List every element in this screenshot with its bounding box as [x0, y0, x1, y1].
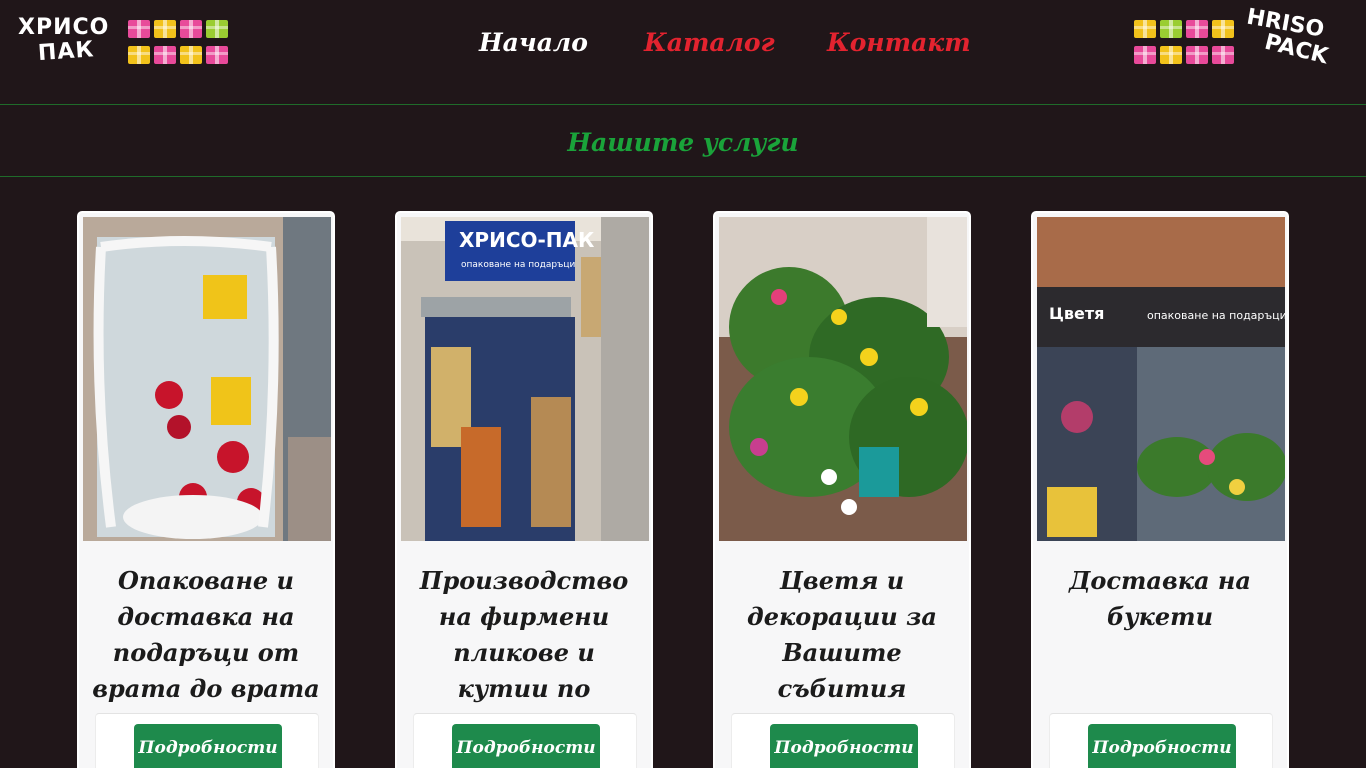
service-card-event-flowers: Цветя и декорации за Вашите събития Подр…	[713, 211, 971, 768]
services-title: Нашите услуги	[567, 128, 799, 157]
details-button[interactable]: Подробности	[1088, 724, 1236, 768]
service-card-branded-packaging: ХРИСО-ПАК опаковане на подаръци Производ…	[395, 211, 653, 768]
shop-front-photo[interactable]: ХРИСО-ПАК опаковане на подаръци	[401, 217, 649, 541]
nav-catalog-link[interactable]: Каталог	[644, 28, 775, 62]
shop-sign-text: ХРИСО-ПАК	[459, 228, 595, 252]
hriso-pack-logo[interactable]: HRISO PACK	[1245, 5, 1346, 76]
details-button[interactable]: Подробности	[770, 724, 918, 768]
shop-sign-text: Цветя	[1049, 304, 1104, 323]
logo-text-line2: ПАК	[37, 37, 96, 67]
card-footer: Подробности	[413, 713, 637, 768]
card-footer: Подробности	[731, 713, 955, 768]
logo-text-line1: ХРИСО	[18, 15, 110, 40]
gift-boxes-icon	[126, 18, 236, 70]
shop-sign-subtext: опаковане на подаръци	[1147, 309, 1285, 322]
nav-home-link[interactable]: Начало	[479, 28, 588, 62]
nav-contact-link[interactable]: Контакт	[827, 28, 971, 62]
shop-sign-subtext: опаковане на подаръци	[461, 260, 576, 270]
details-button[interactable]: Подробности	[134, 724, 282, 768]
card-footer: Подробности	[1049, 713, 1273, 768]
card-title: Цветя и декорации за Вашите събития	[747, 566, 937, 703]
flower-shop-photo[interactable]: Цветя опаковане на подаръци	[1037, 217, 1285, 541]
gift-boxes-icon	[1132, 18, 1242, 70]
card-title: Опаковане и доставка на подаръци от врат…	[92, 566, 320, 703]
flowers-photo[interactable]	[719, 217, 967, 541]
service-card-bouquet-delivery: Цветя опаковане на подаръци Доставка на …	[1031, 211, 1289, 768]
card-title: Доставка на букети	[1069, 566, 1251, 631]
service-card-gift-delivery: Опаковане и доставка на подаръци от врат…	[77, 211, 335, 768]
services-heading-bar: Нашите услуги	[0, 106, 1366, 177]
site-header: ХРИСО ПАК Начало Каталог Контакт HRISO P…	[0, 0, 1366, 105]
christmas-window-photo[interactable]	[83, 217, 331, 541]
card-footer: Подробности	[95, 713, 319, 768]
hriso-pak-logo[interactable]: ХРИСО ПАК	[18, 16, 118, 76]
details-button[interactable]: Подробности	[452, 724, 600, 768]
